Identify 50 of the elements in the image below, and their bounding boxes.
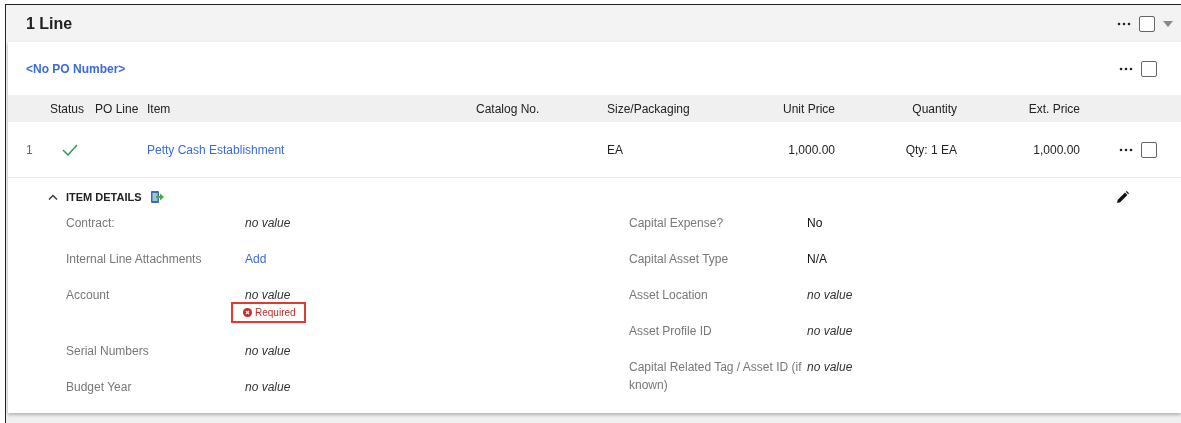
column-header: PO Line — [95, 100, 140, 118]
more-icon[interactable] — [1117, 21, 1131, 26]
table-cell-text: 1,000.00 — [1032, 141, 1080, 159]
section-title: 1 Line — [26, 13, 73, 34]
field-value: no value — [245, 343, 291, 360]
edit-icon[interactable] — [1116, 190, 1129, 204]
section-heading: ITEM DETAILS — [66, 189, 142, 205]
checkbox[interactable] — [1139, 15, 1155, 32]
column-header: Quantity — [911, 100, 957, 118]
item-link[interactable]: Petty Cash Establishment — [147, 142, 285, 157]
more-icon[interactable] — [1119, 147, 1133, 152]
check-icon — [62, 142, 78, 157]
field-label: Serial Numbers — [66, 343, 150, 360]
more-icon[interactable] — [1119, 66, 1133, 71]
field-value: No — [807, 215, 823, 232]
field-value: no value — [807, 323, 853, 340]
error-icon — [243, 308, 252, 317]
field-label: Asset Profile ID — [629, 323, 713, 340]
field-label: Budget Year — [66, 379, 133, 396]
checkbox[interactable] — [1141, 60, 1157, 77]
table-cell-text: EA — [607, 141, 624, 159]
column-header: Item — [147, 100, 172, 118]
field-label: Capital Expense? — [629, 215, 725, 232]
field-label: Capital Related Tag / Asset ID (if known) — [629, 359, 803, 394]
field-value: no value — [807, 287, 853, 304]
column-header: Catalog No. — [476, 100, 541, 118]
field-value: no value — [807, 359, 853, 376]
field-value: N/A — [807, 251, 827, 268]
field-value: no value — [245, 379, 291, 396]
field-label: Asset Location — [629, 287, 709, 304]
collapse-caret-icon[interactable] — [48, 194, 58, 200]
column-header: Size/Packaging — [607, 100, 691, 118]
field-label: Contract: — [66, 215, 116, 232]
po-number-link[interactable]: <No PO Number> — [26, 59, 126, 78]
field-label: Account — [66, 287, 111, 304]
error-text: Required — [255, 306, 296, 320]
field-value: no value — [245, 215, 291, 232]
column-header: Unit Price — [782, 100, 835, 118]
checkbox[interactable] — [1141, 141, 1157, 158]
field-label: Internal Line Attachments — [66, 251, 203, 268]
table-cell-text: Qty: 1 EA — [904, 141, 957, 159]
line-number: 1 — [25, 141, 34, 159]
field-value: no value — [245, 287, 291, 304]
column-header: Ext. Price — [1027, 100, 1080, 118]
table-cell-text: 1,000.00 — [787, 141, 835, 159]
field-label: Capital Asset Type — [629, 251, 730, 268]
caret-icon[interactable] — [1163, 20, 1173, 27]
add-link[interactable]: Add — [245, 250, 267, 268]
export-icon[interactable] — [149, 190, 164, 204]
column-header: Status — [50, 100, 86, 118]
